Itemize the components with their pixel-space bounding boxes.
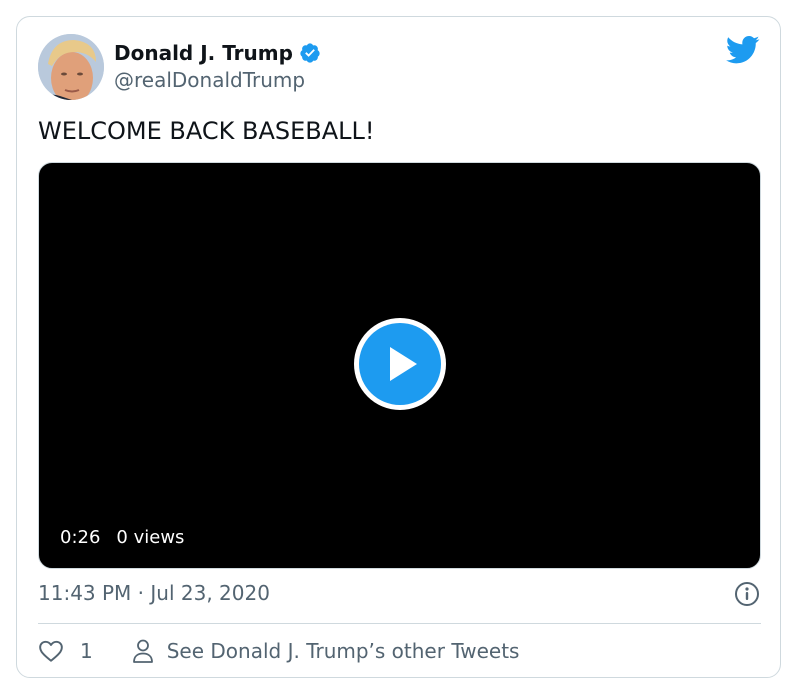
tweet-text: WELCOME BACK BASEBALL! bbox=[38, 117, 375, 145]
display-name[interactable]: Donald J. Trump bbox=[114, 41, 293, 65]
video-player[interactable]: 0:26 0 views bbox=[38, 162, 761, 569]
avatar-image bbox=[38, 34, 104, 100]
heart-icon bbox=[38, 638, 64, 664]
like-count: 1 bbox=[80, 639, 93, 663]
play-button[interactable] bbox=[354, 318, 446, 410]
tweet-timestamp[interactable]: 11:43 PM · Jul 23, 2020 bbox=[38, 581, 270, 605]
video-meta: 0:26 0 views bbox=[60, 527, 184, 548]
info-icon[interactable] bbox=[734, 581, 760, 607]
like-button[interactable]: 1 bbox=[38, 638, 93, 664]
play-icon bbox=[359, 323, 441, 405]
divider bbox=[38, 623, 761, 624]
avatar[interactable] bbox=[38, 34, 104, 100]
see-other-tweets-link[interactable]: See Donald J. Trump’s other Tweets bbox=[131, 638, 520, 664]
twitter-bird-icon[interactable] bbox=[725, 35, 760, 65]
author-name-row: Donald J. Trump bbox=[114, 39, 321, 67]
video-views: 0 views bbox=[116, 527, 185, 548]
person-icon bbox=[131, 638, 155, 664]
author-handle[interactable]: @realDonaldTrump bbox=[114, 68, 305, 92]
tweet-card: Donald J. Trump @realDonaldTrump WELCOME… bbox=[16, 16, 781, 678]
see-other-tweets-label: See Donald J. Trump’s other Tweets bbox=[166, 639, 520, 663]
action-bar: 1 See Donald J. Trump’s other Tweets bbox=[38, 637, 519, 665]
video-duration: 0:26 bbox=[60, 527, 101, 548]
verified-badge-icon bbox=[299, 42, 321, 64]
